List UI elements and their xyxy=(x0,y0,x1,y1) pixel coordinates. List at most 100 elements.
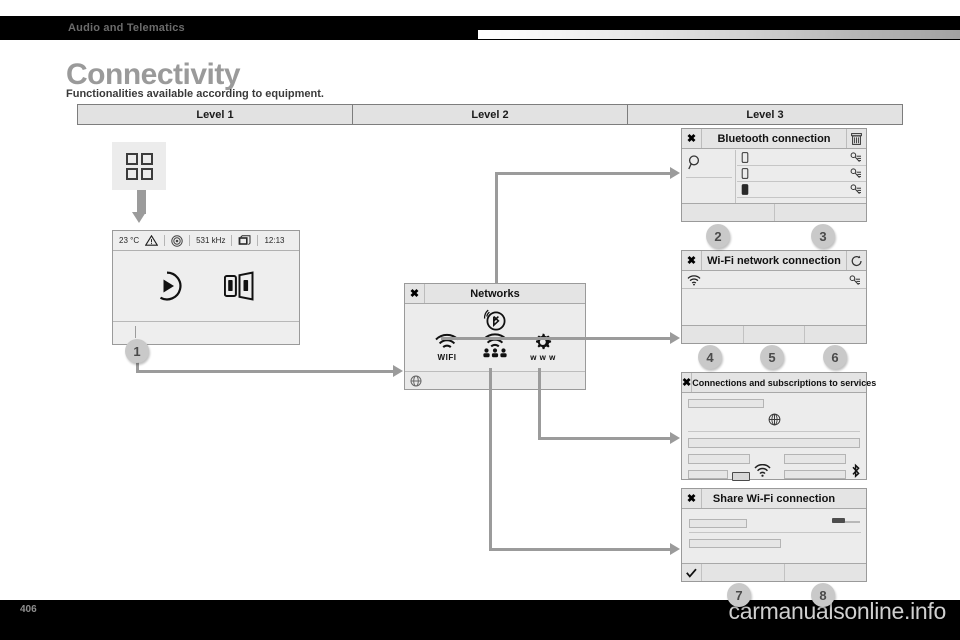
callout-5: 5 xyxy=(760,345,784,369)
page-title: Connectivity xyxy=(66,58,240,92)
site-watermark: carmanualsonline.info xyxy=(729,598,946,625)
connector-wifi-horizontal xyxy=(441,337,672,340)
networks-panel-titlebar: ✖ Networks xyxy=(405,284,585,304)
bluetooth-delete-button[interactable] xyxy=(846,129,866,148)
share-close-button[interactable]: ✖ xyxy=(682,489,702,508)
connector-bt-horizontal xyxy=(495,172,672,175)
header-gradient-bar xyxy=(478,30,960,39)
connect-icon xyxy=(849,275,861,286)
share-panel-titlebar: ✖ Share Wi-Fi connection xyxy=(682,489,866,509)
launcher-arrow-head xyxy=(132,212,146,223)
status-divider-3 xyxy=(231,235,232,246)
share-footer-slot-2[interactable] xyxy=(785,564,867,581)
bluetooth-panel-titlebar: ✖ Bluetooth connection xyxy=(682,129,866,149)
document-page: Audio and Telematics Connectivity Functi… xyxy=(0,0,960,640)
services-field-4[interactable] xyxy=(784,454,846,464)
wifi-icon xyxy=(754,464,771,478)
share-field-2[interactable] xyxy=(689,539,781,548)
gear-icon xyxy=(532,332,554,352)
radio-clock: 12:13 xyxy=(264,236,284,245)
services-panel-titlebar: ✖ Connections and subscriptions to servi… xyxy=(682,373,866,393)
callout-4: 4 xyxy=(698,345,722,369)
connector-wifi-arrowhead xyxy=(670,332,680,344)
bluetooth-panel-title: Bluetooth connection xyxy=(702,133,846,145)
wifi-footer-slot-3[interactable] xyxy=(805,326,866,343)
networks-item-wifi-label: WIFI xyxy=(438,353,457,362)
radio-frequency: 531 kHz xyxy=(196,236,225,245)
status-divider-1 xyxy=(164,235,165,246)
radio-temperature: 23 °C xyxy=(119,236,139,245)
phone-icon xyxy=(741,152,749,163)
wifi-footer-slot-1[interactable] xyxy=(682,326,744,343)
globe-icon[interactable] xyxy=(410,375,422,387)
table-row[interactable] xyxy=(737,166,866,182)
services-field-5[interactable] xyxy=(688,470,728,479)
share-confirm-button[interactable] xyxy=(682,564,702,581)
radio-head-unit: 23 °C 531 kHz 12:13 xyxy=(112,230,300,345)
display-icon xyxy=(238,235,251,246)
status-divider-4 xyxy=(257,235,258,246)
services-bluetooth-icon-wrap xyxy=(851,463,861,484)
connect-icon xyxy=(850,168,862,179)
bluetooth-search-column[interactable] xyxy=(682,150,736,203)
services-field-2[interactable] xyxy=(688,438,860,448)
table-row[interactable] xyxy=(682,272,866,289)
toggle-switch-icon[interactable] xyxy=(832,518,845,523)
connector-services-horizontal xyxy=(538,437,672,440)
bluetooth-search-divider xyxy=(686,177,732,178)
grid-apps-icon xyxy=(126,153,153,180)
table-row[interactable] xyxy=(737,150,866,166)
level-header-row: Level 1 Level 2 Level 3 xyxy=(77,104,903,125)
wifi-refresh-button[interactable] xyxy=(846,251,866,270)
level-header-1: Level 1 xyxy=(77,104,353,125)
grid-apps-button[interactable] xyxy=(112,142,166,190)
share-field-1[interactable] xyxy=(689,519,747,528)
bluetooth-icon xyxy=(851,463,861,479)
bluetooth-device-list xyxy=(737,150,866,203)
share-panel-footer xyxy=(682,563,866,581)
wifi-footer-slot-2[interactable] xyxy=(744,326,806,343)
play-circle-icon[interactable] xyxy=(152,271,182,301)
services-divider xyxy=(688,431,860,432)
refresh-icon xyxy=(851,255,863,267)
services-close-button[interactable]: ✖ xyxy=(682,373,692,392)
launcher-arrow-stem xyxy=(137,190,146,214)
share-panel: ✖ Share Wi-Fi connection xyxy=(681,488,867,582)
phone-mirror-icon[interactable] xyxy=(224,271,260,301)
services-wifi-icon-wrap xyxy=(754,464,771,483)
callout-2: 2 xyxy=(706,224,730,248)
callout-1: 1 xyxy=(125,339,149,363)
wifi-panel: ✖ Wi-Fi network connection xyxy=(681,250,867,344)
wifi-close-button[interactable]: ✖ xyxy=(682,251,702,270)
connector-share-arrowhead xyxy=(670,543,680,555)
services-field-6[interactable] xyxy=(784,470,846,479)
section-title: Audio and Telematics xyxy=(68,22,185,34)
wifi-panel-title: Wi-Fi network connection xyxy=(702,255,846,267)
search-icon xyxy=(688,155,702,170)
table-row[interactable] xyxy=(737,182,866,198)
connector-services-arrowhead xyxy=(670,432,680,444)
check-icon xyxy=(686,568,697,578)
services-field-3[interactable] xyxy=(688,454,750,464)
usb-plug-icon xyxy=(732,472,750,481)
bluetooth-close-button[interactable]: ✖ xyxy=(682,129,702,148)
page-number: 406 xyxy=(20,604,37,615)
status-divider-2 xyxy=(189,235,190,246)
bluetooth-footer-slot-2[interactable] xyxy=(775,204,867,221)
networks-panel-title: Networks xyxy=(425,288,565,300)
phone-filled-icon xyxy=(741,184,749,195)
share-footer-slot-1[interactable] xyxy=(702,564,785,581)
connector-share-horizontal xyxy=(489,548,672,551)
bluetooth-circle-icon[interactable] xyxy=(482,306,508,332)
wifi-network-list xyxy=(682,272,866,325)
networks-close-button[interactable]: ✖ xyxy=(405,284,425,303)
services-panel-body xyxy=(682,394,866,479)
services-field-1[interactable] xyxy=(688,399,764,408)
connector-services-vertical xyxy=(538,368,541,440)
connector-bt-vertical xyxy=(495,172,498,284)
connect-icon xyxy=(850,152,862,163)
wifi-panel-titlebar: ✖ Wi-Fi network connection xyxy=(682,251,866,271)
bluetooth-footer-slot-1[interactable] xyxy=(682,204,775,221)
wifi-icon xyxy=(433,332,461,352)
share-panel-body xyxy=(682,510,866,563)
